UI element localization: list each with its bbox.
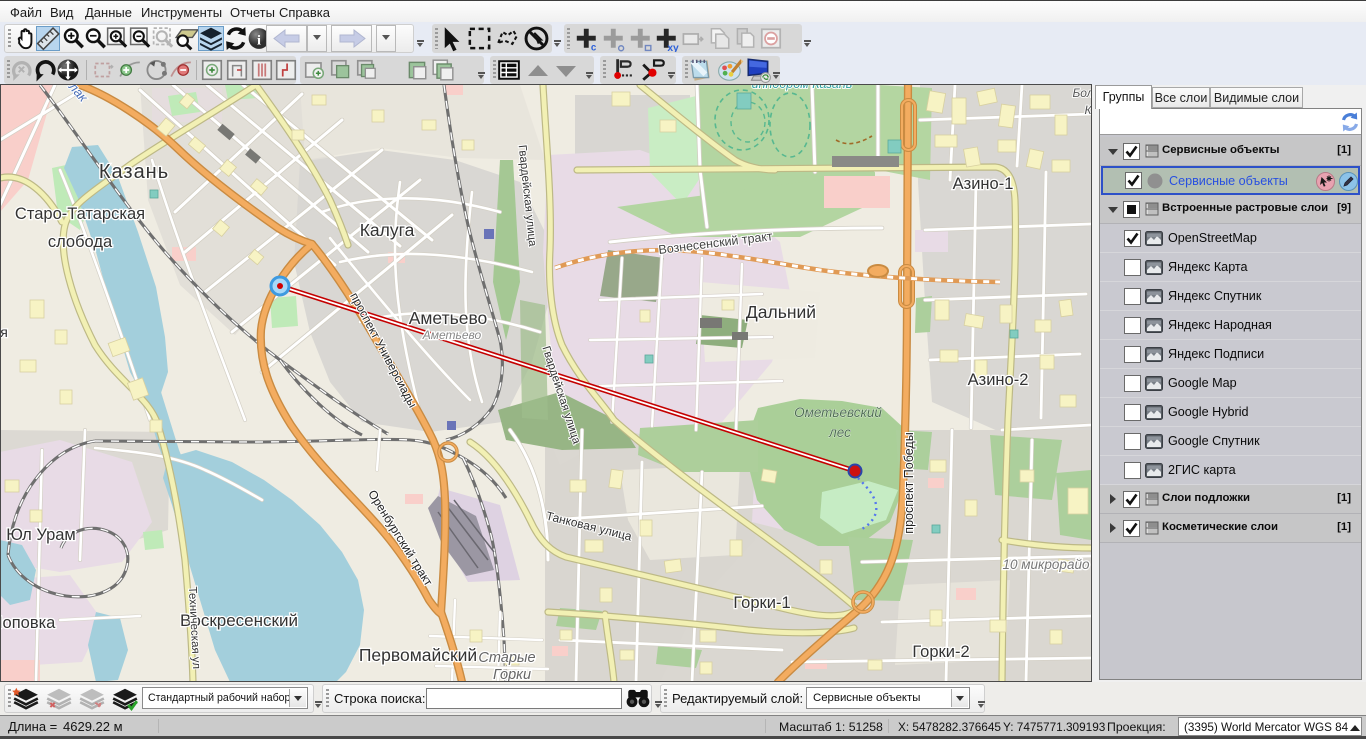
svg-text:Юл Урам: Юл Урам (6, 526, 76, 544)
svg-text:К: К (1084, 103, 1091, 117)
svg-text:Казань: Казань (99, 161, 169, 183)
svg-text:Аметьево: Аметьево (422, 328, 482, 342)
svg-text:проспект Победы: проспект Победы (902, 432, 916, 533)
svg-text:10 микрорайо: 10 микрорайо (1003, 557, 1090, 572)
svg-text:Поповка: Поповка (1, 614, 56, 632)
svg-text:Горки: Горки (493, 667, 531, 681)
svg-text:xy: xy (667, 43, 679, 52)
svg-text:Калуга: Калуга (360, 220, 415, 240)
svg-text:лес: лес (828, 425, 851, 440)
svg-text:Ометьевский: Ометьевский (794, 405, 882, 420)
svg-text:слобода: слобода (48, 233, 113, 251)
svg-text:Азино-2: Азино-2 (968, 371, 1029, 389)
svg-text:Горки-2: Горки-2 (912, 643, 969, 661)
svg-text:Старые: Старые (478, 650, 535, 666)
svg-text:i: i (257, 33, 261, 49)
svg-text:Азино-1: Азино-1 (953, 175, 1014, 193)
svg-text:Старо-Татарская: Старо-Татарская (15, 205, 145, 223)
svg-text:Аметьево: Аметьево (409, 308, 488, 328)
svg-text:ипподром Казань: ипподром Казань (752, 85, 853, 91)
svg-text:Горки-1: Горки-1 (733, 594, 790, 612)
svg-text:я: я (1, 324, 8, 340)
svg-text:Первомайский: Первомайский (359, 645, 477, 665)
svg-text:Дальний: Дальний (746, 302, 816, 322)
svg-text:c: c (591, 42, 597, 52)
svg-text:Бол: Бол (1073, 86, 1092, 100)
